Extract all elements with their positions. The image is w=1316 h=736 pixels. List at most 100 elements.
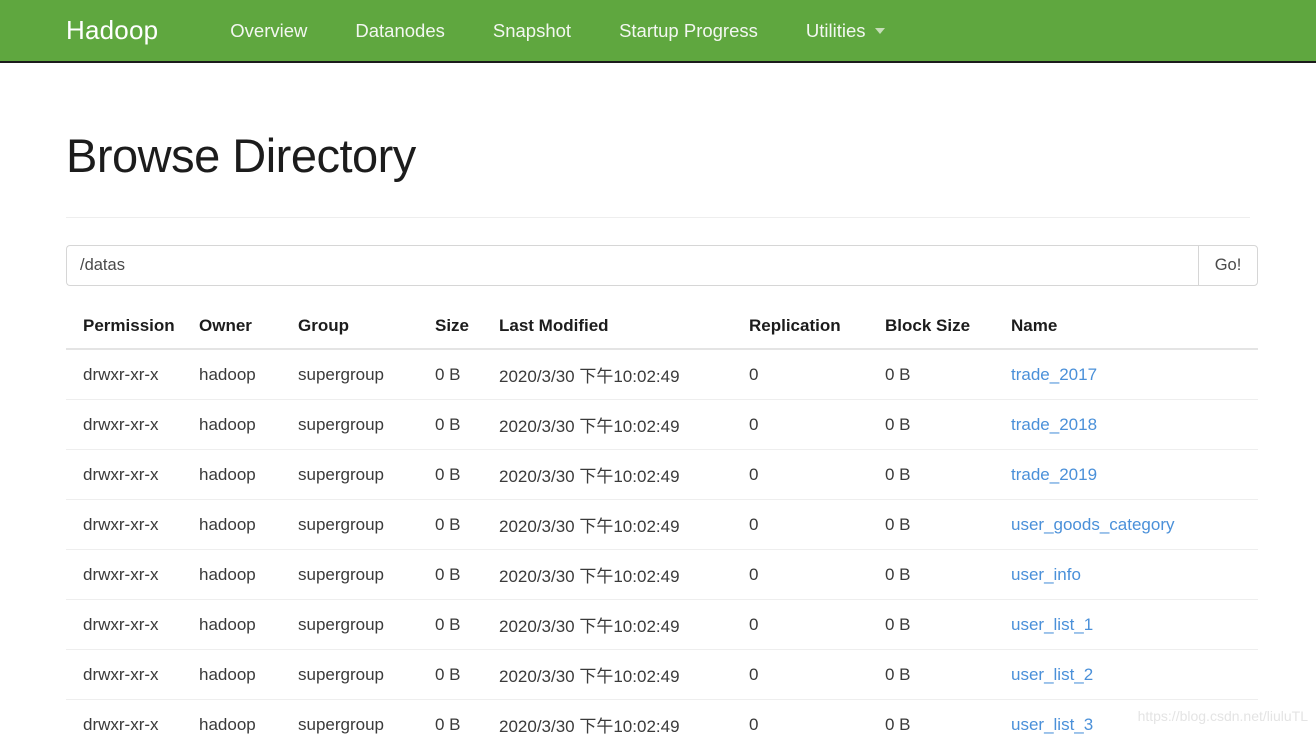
cell-owner: hadoop xyxy=(199,549,298,601)
cell-group: supergroup xyxy=(298,699,435,736)
column-header-name[interactable]: Name xyxy=(1011,308,1258,351)
cell-replication: 0 xyxy=(749,499,885,551)
table-row: drwxr-xr-x hadoop supergroup 0 B 2020/3/30 下… xyxy=(66,549,1258,601)
cell-name: user_list_2 xyxy=(1011,649,1258,701)
nav-item-datanodes[interactable]: Datanodes xyxy=(331,20,468,42)
cell-permission: drwxr-xr-x xyxy=(66,499,199,551)
cell-replication: 0 xyxy=(749,399,885,451)
column-header-owner[interactable]: Owner xyxy=(199,308,298,351)
cell-owner: hadoop xyxy=(199,649,298,701)
path-input-group: Go! xyxy=(66,245,1258,287)
nav-item-utilities-label: Utilities xyxy=(805,19,866,41)
directory-link[interactable]: trade_2018 xyxy=(1011,415,1097,434)
directory-link[interactable]: trade_2019 xyxy=(1011,465,1097,484)
cell-owner: hadoop xyxy=(199,499,298,551)
cell-replication: 0 xyxy=(749,649,885,701)
cell-replication: 0 xyxy=(749,349,885,401)
table-header-row: Permission Owner Group Size Last Modifie… xyxy=(66,308,1258,351)
table-row: drwxr-xr-x hadoop supergroup 0 B 2020/3/30 下… xyxy=(66,699,1258,736)
cell-block-size: 0 B xyxy=(885,649,1011,701)
cell-replication: 0 xyxy=(749,599,885,651)
directory-link[interactable]: user_goods_category xyxy=(1011,515,1175,534)
cell-group: supergroup xyxy=(298,449,435,501)
table-row: drwxr-xr-x hadoop supergroup 0 B 2020/3/30 下… xyxy=(66,349,1258,401)
table-row: drwxr-xr-x hadoop supergroup 0 B 2020/3/30 下… xyxy=(66,449,1258,501)
watermark-text: https://blog.csdn.net/liuluTL xyxy=(1137,708,1308,724)
cell-block-size: 0 B xyxy=(885,599,1011,651)
cell-permission: drwxr-xr-x xyxy=(66,349,199,401)
nav-item-overview[interactable]: Overview xyxy=(206,20,331,42)
directory-listing-table: Permission Owner Group Size Last Modifie… xyxy=(66,308,1258,736)
table-row: drwxr-xr-x hadoop supergroup 0 B 2020/3/30 下… xyxy=(66,499,1258,551)
cell-last-modified: 2020/3/30 下午10:02:49 xyxy=(499,649,749,701)
cell-block-size: 0 B xyxy=(885,549,1011,601)
cell-group: supergroup xyxy=(298,599,435,651)
nav-item-snapshot[interactable]: Snapshot xyxy=(469,20,595,42)
directory-link[interactable]: user_list_2 xyxy=(1011,665,1093,684)
cell-last-modified: 2020/3/30 下午10:02:49 xyxy=(499,499,749,551)
title-divider xyxy=(66,217,1250,219)
navbar-links: Overview Datanodes Snapshot Startup Prog… xyxy=(206,20,908,42)
cell-group: supergroup xyxy=(298,349,435,401)
cell-name: user_list_1 xyxy=(1011,599,1258,651)
column-header-permission[interactable]: Permission xyxy=(66,308,199,351)
cell-owner: hadoop xyxy=(199,399,298,451)
cell-block-size: 0 B xyxy=(885,499,1011,551)
cell-permission: drwxr-xr-x xyxy=(66,399,199,451)
cell-permission: drwxr-xr-x xyxy=(66,549,199,601)
directory-link[interactable]: user_info xyxy=(1011,565,1081,584)
table-row: drwxr-xr-x hadoop supergroup 0 B 2020/3/30 下… xyxy=(66,649,1258,701)
cell-last-modified: 2020/3/30 下午10:02:49 xyxy=(499,549,749,601)
nav-item-utilities[interactable]: Utilities xyxy=(782,20,909,42)
cell-last-modified: 2020/3/30 下午10:02:49 xyxy=(499,349,749,401)
table-row: drwxr-xr-x hadoop supergroup 0 B 2020/3/30 下… xyxy=(66,599,1258,651)
cell-size: 0 B xyxy=(435,649,499,701)
table-row: drwxr-xr-x hadoop supergroup 0 B 2020/3/30 下… xyxy=(66,399,1258,451)
navbar-brand-hadoop[interactable]: Hadoop xyxy=(66,15,158,46)
column-header-block-size[interactable]: Block Size xyxy=(885,308,1011,351)
table-body: drwxr-xr-x hadoop supergroup 0 B 2020/3/30 下… xyxy=(66,349,1258,736)
chevron-down-icon xyxy=(874,27,885,34)
cell-last-modified: 2020/3/30 下午10:02:49 xyxy=(499,599,749,651)
main-container: Browse Directory Go! Permission Owner Gr… xyxy=(0,63,1316,736)
cell-size: 0 B xyxy=(435,449,499,501)
directory-path-input[interactable] xyxy=(66,245,1198,287)
cell-group: supergroup xyxy=(298,549,435,601)
cell-last-modified: 2020/3/30 下午10:02:49 xyxy=(499,699,749,736)
directory-link[interactable]: user_list_1 xyxy=(1011,615,1093,634)
go-button[interactable]: Go! xyxy=(1198,245,1258,287)
cell-size: 0 B xyxy=(435,599,499,651)
top-navbar: Hadoop Overview Datanodes Snapshot Start… xyxy=(0,0,1316,63)
cell-name: trade_2019 xyxy=(1011,449,1258,501)
cell-size: 0 B xyxy=(435,549,499,601)
cell-name: user_info xyxy=(1011,549,1258,601)
nav-item-startup-progress[interactable]: Startup Progress xyxy=(595,20,782,42)
column-header-replication[interactable]: Replication xyxy=(749,308,885,351)
nav-item-datanodes-label: Datanodes xyxy=(355,19,445,41)
directory-link[interactable]: user_list_3 xyxy=(1011,715,1093,734)
column-header-size[interactable]: Size xyxy=(435,308,499,351)
cell-group: supergroup xyxy=(298,499,435,551)
cell-permission: drwxr-xr-x xyxy=(66,699,199,736)
cell-size: 0 B xyxy=(435,499,499,551)
cell-block-size: 0 B xyxy=(885,399,1011,451)
cell-permission: drwxr-xr-x xyxy=(66,449,199,501)
cell-size: 0 B xyxy=(435,399,499,451)
directory-link[interactable]: trade_2017 xyxy=(1011,365,1097,384)
cell-owner: hadoop xyxy=(199,699,298,736)
cell-name: user_goods_category xyxy=(1011,499,1258,551)
cell-name: trade_2017 xyxy=(1011,349,1258,401)
cell-replication: 0 xyxy=(749,699,885,736)
table-header: Permission Owner Group Size Last Modifie… xyxy=(66,308,1258,351)
cell-size: 0 B xyxy=(435,699,499,736)
column-header-group[interactable]: Group xyxy=(298,308,435,351)
nav-item-startup-progress-label: Startup Progress xyxy=(619,19,758,41)
column-header-last-modified[interactable]: Last Modified xyxy=(499,308,749,351)
cell-size: 0 B xyxy=(435,349,499,401)
cell-permission: drwxr-xr-x xyxy=(66,599,199,651)
cell-permission: drwxr-xr-x xyxy=(66,649,199,701)
cell-name: trade_2018 xyxy=(1011,399,1258,451)
page-title: Browse Directory xyxy=(66,129,416,182)
cell-block-size: 0 B xyxy=(885,699,1011,736)
cell-block-size: 0 B xyxy=(885,349,1011,401)
